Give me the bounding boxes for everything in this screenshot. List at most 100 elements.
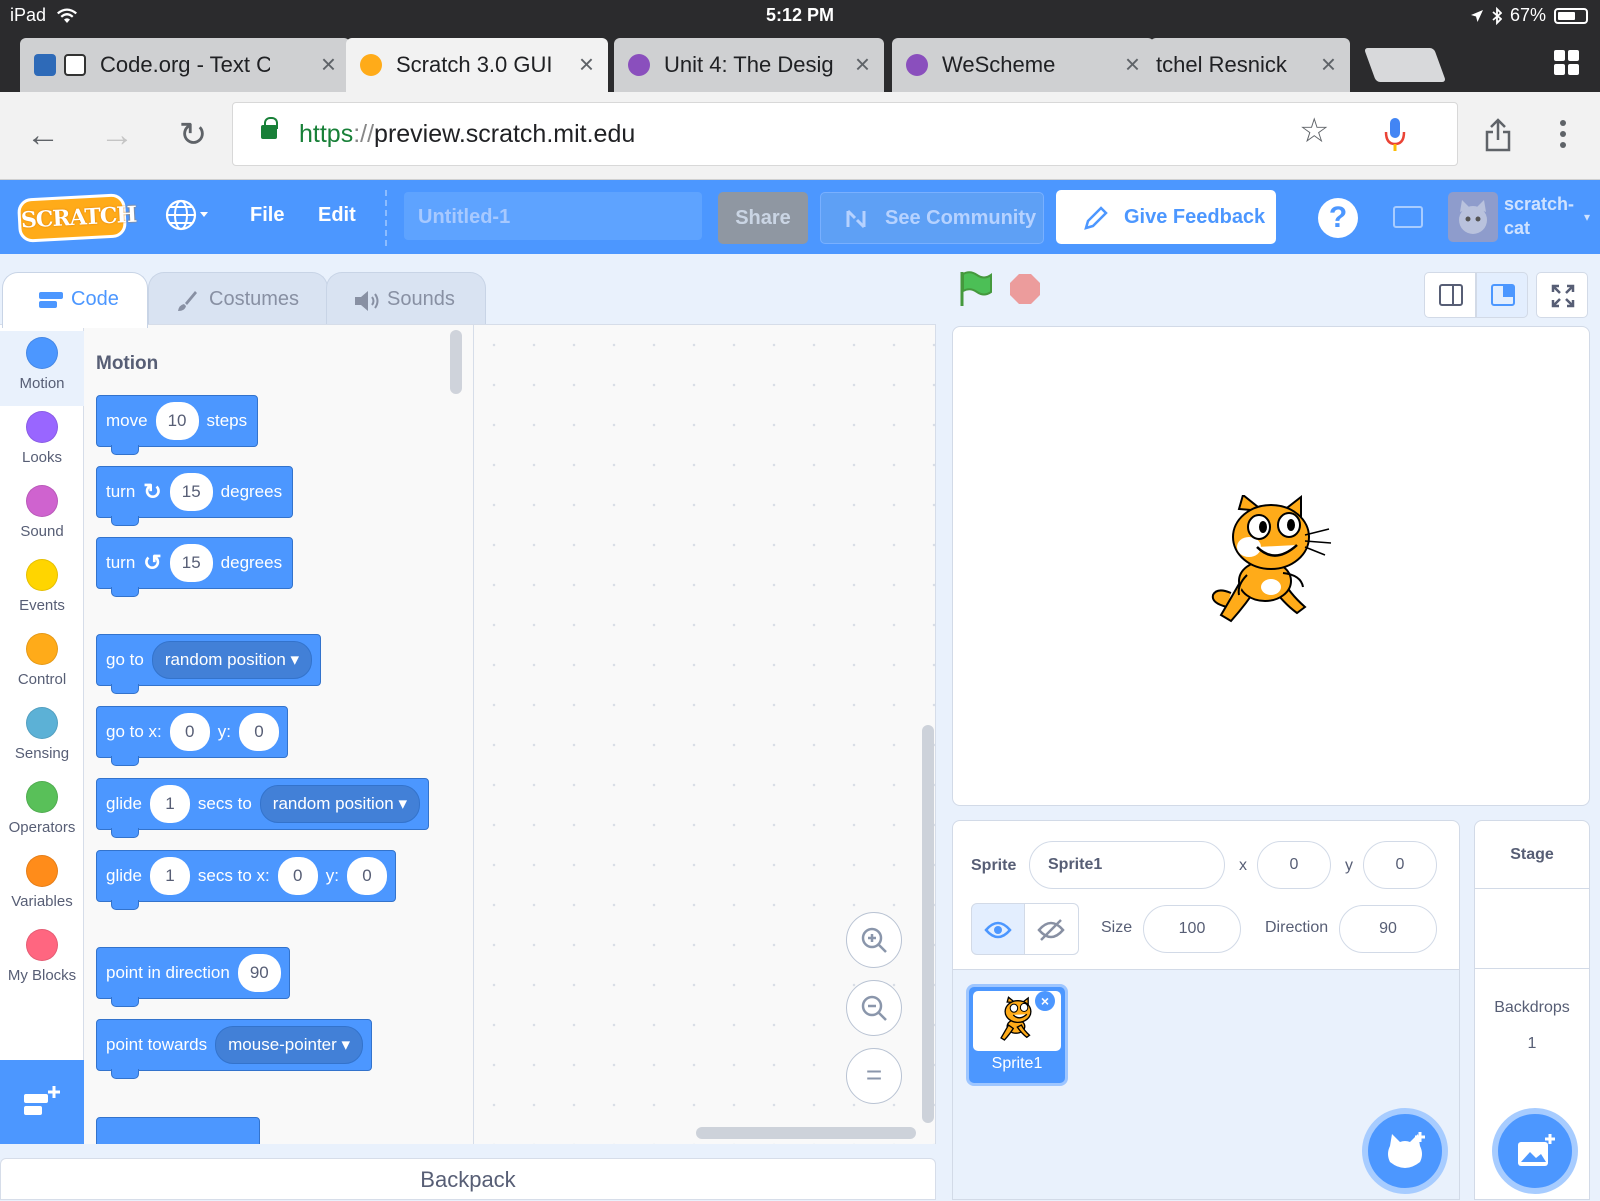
- category-color-dot: [26, 929, 58, 961]
- scratch-logo[interactable]: SCRATCH: [16, 193, 137, 243]
- degrees-input[interactable]: 15: [169, 544, 213, 582]
- close-tab-icon[interactable]: ×: [1125, 49, 1140, 80]
- zoom-reset-button[interactable]: =: [846, 1048, 902, 1104]
- forward-arrow-icon[interactable]: →: [92, 110, 142, 160]
- script-horizontal-scrollbar[interactable]: [696, 1127, 916, 1139]
- point-towards-dropdown[interactable]: mouse-pointer: [215, 1026, 364, 1064]
- secs-input[interactable]: 1: [149, 785, 190, 823]
- script-vertical-scrollbar[interactable]: [922, 725, 934, 1123]
- back-arrow-icon[interactable]: ←: [18, 110, 68, 160]
- category-sensing[interactable]: Sensing: [0, 701, 84, 776]
- block-glide-to-xy[interactable]: glide 1 secs to x: 0 y: 0: [96, 850, 396, 910]
- folder-icon[interactable]: [1393, 206, 1423, 228]
- x-position-input[interactable]: 0: [1257, 841, 1331, 889]
- close-tab-icon[interactable]: ×: [1321, 49, 1336, 80]
- block-go-to[interactable]: go to random position: [96, 634, 322, 694]
- small-stage-button[interactable]: [1424, 272, 1476, 318]
- block-move-steps[interactable]: move 10 steps: [96, 395, 259, 455]
- block-go-to-xy[interactable]: go to x: 0 y: 0: [96, 706, 288, 766]
- y-input[interactable]: 0: [239, 713, 279, 751]
- zoom-in-button[interactable]: [846, 912, 902, 968]
- tab-code[interactable]: Code: [2, 272, 148, 328]
- microphone-icon[interactable]: [1383, 117, 1407, 153]
- project-title-input[interactable]: Untitled-1: [404, 192, 702, 240]
- browser-tab-resnick[interactable]: tchel Resnick ×: [1150, 38, 1350, 92]
- glide-target-dropdown[interactable]: random position: [259, 785, 421, 823]
- palette-scrollbar[interactable]: [450, 330, 462, 394]
- x-input[interactable]: 0: [277, 857, 318, 895]
- username[interactable]: scratch- cat: [1504, 192, 1574, 240]
- y-input[interactable]: 0: [346, 857, 387, 895]
- edit-menu[interactable]: Edit: [318, 204, 356, 227]
- stop-sign-icon[interactable]: [1010, 274, 1040, 304]
- backpack[interactable]: Backpack: [0, 1158, 936, 1200]
- help-icon[interactable]: ?: [1318, 198, 1358, 238]
- zoom-out-button[interactable]: [846, 980, 902, 1036]
- browser-tab-wescheme[interactable]: WeScheme ×: [892, 38, 1154, 92]
- block-point-in-direction[interactable]: point in direction 90: [96, 947, 290, 1007]
- add-backdrop-button[interactable]: [1492, 1108, 1578, 1194]
- new-tab-button[interactable]: [1363, 48, 1447, 82]
- category-events[interactable]: Events: [0, 553, 84, 628]
- block-text: secs to: [197, 794, 252, 813]
- address-bar[interactable]: https://preview.scratch.mit.edu ☆: [232, 102, 1458, 166]
- category-looks[interactable]: Looks: [0, 405, 84, 480]
- x-input[interactable]: 0: [169, 713, 210, 751]
- degrees-input[interactable]: 15: [169, 473, 213, 511]
- category-motion[interactable]: Motion: [0, 331, 84, 406]
- close-tab-icon[interactable]: ×: [855, 49, 870, 80]
- block-point-towards[interactable]: point towards mouse-pointer: [96, 1019, 373, 1079]
- go-to-target-dropdown[interactable]: random position: [151, 641, 313, 679]
- zoom-out-icon: [861, 995, 887, 1021]
- reload-icon[interactable]: ↻: [168, 110, 218, 160]
- share-button[interactable]: Share: [718, 192, 808, 244]
- category-color-dot: [26, 337, 58, 369]
- file-menu[interactable]: File: [250, 204, 284, 227]
- delete-sprite-icon[interactable]: ×: [1035, 991, 1055, 1011]
- stage-canvas[interactable]: [952, 326, 1590, 806]
- secs-input[interactable]: 1: [149, 857, 190, 895]
- sprite-name-input[interactable]: Sprite1: [1029, 841, 1225, 889]
- category-variables[interactable]: Variables: [0, 849, 84, 924]
- y-position-input[interactable]: 0: [1363, 841, 1437, 889]
- block-turn-right[interactable]: turn ↻ 15 degrees: [96, 466, 294, 526]
- steps-input[interactable]: 10: [155, 402, 199, 440]
- star-icon[interactable]: ☆: [1299, 111, 1329, 151]
- block-text: turn: [106, 553, 136, 572]
- close-tab-icon[interactable]: ×: [321, 49, 336, 80]
- browser-tab-scratch[interactable]: Scratch 3.0 GUI ×: [346, 38, 608, 92]
- show-sprite-button[interactable]: [971, 903, 1025, 955]
- category-sound[interactable]: Sound: [0, 479, 84, 554]
- block-turn-left[interactable]: turn ↺ 15 degrees: [96, 537, 294, 597]
- direction-input[interactable]: 90: [237, 954, 281, 992]
- add-extension-button[interactable]: [0, 1060, 84, 1144]
- large-stage-button[interactable]: [1476, 272, 1528, 318]
- share-icon[interactable]: [1484, 118, 1512, 152]
- category-my-blocks[interactable]: My Blocks: [0, 923, 84, 998]
- browser-tab-code-org[interactable]: Code.org - Text C ×: [20, 38, 350, 92]
- green-flag-icon[interactable]: [958, 270, 994, 308]
- block-glide-to[interactable]: glide 1 secs to random position: [96, 778, 430, 838]
- close-tab-icon[interactable]: ×: [579, 49, 594, 80]
- direction-input[interactable]: 90: [1339, 905, 1437, 953]
- tab-switcher-icon[interactable]: [1554, 50, 1580, 76]
- see-community-button[interactable]: See Community: [820, 192, 1044, 244]
- more-menu-icon[interactable]: [1560, 120, 1566, 148]
- language-globe-icon[interactable]: [164, 198, 210, 237]
- category-control[interactable]: Control: [0, 627, 84, 702]
- sprite-tile-sprite1[interactable]: × Sprite1: [966, 984, 1068, 1086]
- size-input[interactable]: 100: [1143, 905, 1241, 953]
- category-operators[interactable]: Operators: [0, 775, 84, 850]
- browser-tab-unit4[interactable]: Unit 4: The Design ×: [614, 38, 884, 92]
- tab-sounds[interactable]: Sounds: [326, 272, 486, 326]
- add-sprite-button[interactable]: [1362, 1108, 1448, 1194]
- fullscreen-button[interactable]: [1536, 272, 1588, 318]
- user-avatar[interactable]: [1448, 192, 1498, 242]
- account-dropdown-caret-icon[interactable]: ▾: [1584, 210, 1590, 224]
- scratch-cat-sprite[interactable]: [1209, 495, 1333, 629]
- block-partial[interactable]: [96, 1117, 260, 1144]
- hide-sprite-button[interactable]: [1025, 903, 1079, 955]
- sprite-label: Sprite: [971, 857, 1017, 874]
- tab-costumes[interactable]: Costumes: [148, 272, 328, 326]
- give-feedback-button[interactable]: Give Feedback: [1056, 190, 1276, 244]
